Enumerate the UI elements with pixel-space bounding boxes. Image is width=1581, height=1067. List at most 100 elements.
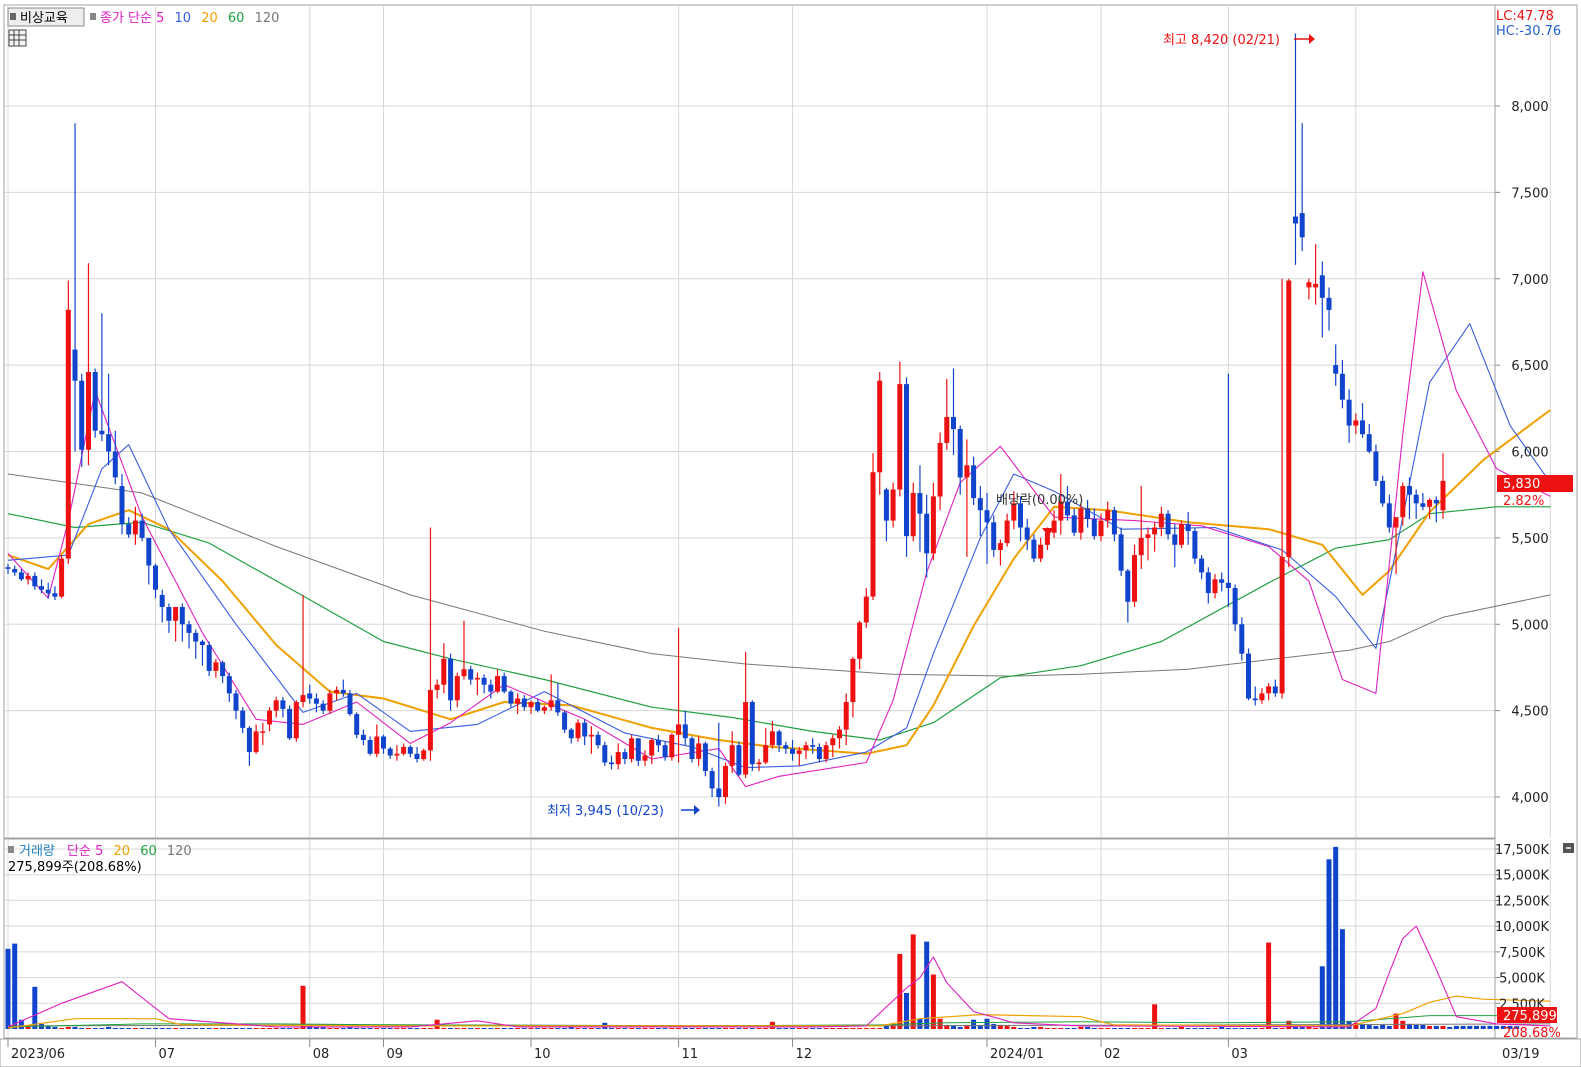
candle-body bbox=[448, 658, 454, 701]
candle-body bbox=[106, 434, 112, 452]
volume-bar bbox=[1219, 1026, 1225, 1029]
candle-body bbox=[1179, 524, 1184, 545]
candle-body bbox=[1433, 499, 1439, 504]
volume-bar bbox=[729, 1028, 735, 1029]
candle-body bbox=[206, 645, 212, 671]
candle-body bbox=[374, 736, 380, 754]
volume-bar bbox=[153, 1028, 158, 1029]
candle-body bbox=[1185, 524, 1191, 531]
volume-bar bbox=[226, 1028, 232, 1029]
candle-body bbox=[1145, 534, 1151, 538]
volume-bar bbox=[340, 1028, 346, 1029]
volume-bar bbox=[736, 1028, 742, 1029]
candle-body bbox=[743, 702, 749, 775]
candle bbox=[736, 741, 742, 777]
candle-body bbox=[669, 734, 675, 758]
volume-bar bbox=[1192, 1028, 1198, 1029]
volume-bar bbox=[1199, 1028, 1205, 1029]
candle-body bbox=[535, 702, 541, 711]
volume-bar bbox=[1138, 1028, 1144, 1029]
volume-bar bbox=[716, 1028, 722, 1029]
volume-bar bbox=[280, 1028, 286, 1029]
volume-bar bbox=[481, 1028, 487, 1029]
candle-body bbox=[320, 703, 326, 711]
candle-body bbox=[930, 496, 936, 554]
table-icon[interactable] bbox=[8, 29, 27, 47]
volume-bar bbox=[287, 1028, 293, 1029]
candle-body bbox=[870, 472, 876, 597]
candle-body bbox=[173, 607, 179, 621]
candle-body bbox=[1413, 494, 1419, 504]
volume-bar bbox=[1252, 1028, 1258, 1029]
volume-bar bbox=[461, 1028, 467, 1029]
candle-body bbox=[991, 522, 997, 550]
x-tick-label: 09 bbox=[387, 1047, 404, 1062]
candle-body bbox=[59, 558, 65, 597]
candle-body bbox=[474, 677, 480, 680]
candle-body bbox=[159, 594, 165, 607]
stock-name: 비상교육 bbox=[20, 11, 68, 26]
candle-body bbox=[924, 513, 930, 554]
volume-bar bbox=[374, 1028, 380, 1029]
candle-body bbox=[1427, 499, 1433, 507]
candle-body bbox=[629, 738, 635, 759]
volume-bar bbox=[1319, 966, 1325, 1029]
volume-bar bbox=[495, 1028, 500, 1029]
y-tick-label: 6,000 bbox=[1511, 446, 1548, 461]
volume-bar bbox=[327, 1028, 333, 1029]
volume-bar bbox=[1024, 1028, 1030, 1029]
candle bbox=[59, 555, 65, 599]
x-tick-label: 2023/06 bbox=[11, 1047, 65, 1062]
candle-body bbox=[246, 727, 252, 753]
candle-body bbox=[877, 380, 883, 473]
candle bbox=[602, 741, 608, 766]
candle-body bbox=[816, 746, 822, 759]
candle-body bbox=[883, 489, 889, 521]
volume-bar bbox=[132, 1028, 138, 1029]
volume-tick-label: 5,000K bbox=[1499, 972, 1545, 987]
volume-bar bbox=[575, 1028, 581, 1029]
candle bbox=[1192, 527, 1198, 564]
volume-bar bbox=[1225, 1028, 1231, 1029]
legend-square-icon bbox=[8, 846, 14, 853]
candle-body bbox=[548, 700, 554, 708]
candle-body bbox=[823, 745, 829, 759]
volume-bar bbox=[65, 1026, 71, 1029]
legend-volume: 거래량 bbox=[19, 844, 55, 859]
volume-bar bbox=[1279, 1028, 1285, 1029]
volume-bar bbox=[59, 1028, 65, 1029]
volume-bar bbox=[1239, 1028, 1245, 1029]
candle-body bbox=[367, 740, 373, 754]
candle-body bbox=[716, 788, 722, 797]
candle-body bbox=[810, 745, 816, 747]
candle-body bbox=[1225, 582, 1231, 588]
volume-bar bbox=[79, 1028, 85, 1029]
candle-body bbox=[642, 755, 648, 761]
volume-bar bbox=[971, 1019, 977, 1029]
candle-body bbox=[696, 743, 702, 759]
volume-bar bbox=[1058, 1028, 1064, 1029]
candle-body bbox=[1420, 503, 1426, 507]
candle-body bbox=[327, 693, 333, 711]
volume-bar bbox=[1205, 1028, 1211, 1029]
collapse-icon[interactable] bbox=[1563, 843, 1574, 853]
volume-bar bbox=[220, 1028, 226, 1029]
volume-bar bbox=[951, 1025, 956, 1029]
candle-body bbox=[1407, 486, 1412, 495]
volume-bar bbox=[1232, 1028, 1238, 1029]
candle-body bbox=[293, 702, 299, 739]
volume-bar bbox=[1172, 1028, 1178, 1029]
candle-body bbox=[977, 498, 983, 511]
volume-bar bbox=[924, 941, 930, 1029]
volume-bar bbox=[508, 1028, 514, 1029]
volume-bar bbox=[1386, 1025, 1392, 1029]
candle-body bbox=[1172, 534, 1178, 545]
candle-body bbox=[360, 734, 366, 740]
candle-body bbox=[649, 740, 655, 756]
candle bbox=[1286, 278, 1292, 568]
candle-body bbox=[830, 738, 836, 746]
candle-body bbox=[582, 722, 588, 737]
volume-bar bbox=[535, 1028, 541, 1029]
volume-bar bbox=[743, 1028, 749, 1029]
candle-body bbox=[1373, 451, 1379, 481]
